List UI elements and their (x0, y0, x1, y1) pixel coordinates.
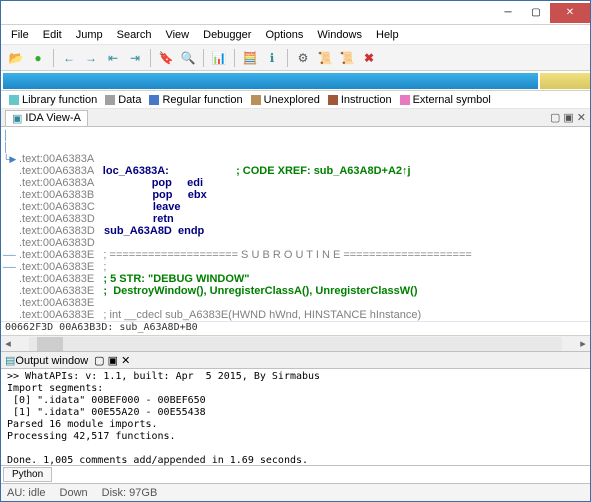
status-disk: Disk: 97GB (102, 487, 158, 499)
disasm-line[interactable]: .text:00A6383D retn (19, 213, 590, 225)
status-bar: AU: idle Down Disk: 97GB (1, 483, 590, 501)
minimize-button[interactable]: ─ (494, 3, 522, 23)
output-window[interactable]: >> WhatAPIs: v: 1.1, built: Apr 5 2015, … (1, 369, 590, 465)
tab-close-icon[interactable]: ✕ (577, 111, 586, 124)
menu-search[interactable]: Search (111, 27, 158, 43)
disasm-line[interactable]: .text:00A6383E ; int __cdecl sub_A6383E(… (19, 309, 590, 321)
menu-debugger[interactable]: Debugger (197, 27, 257, 43)
disasm-line[interactable]: .text:00A6383A (19, 153, 590, 165)
search-icon[interactable]: 🔍 (179, 49, 197, 67)
out-detach-icon[interactable]: ▣ (108, 355, 118, 367)
status-au: AU: idle (7, 487, 46, 499)
disasm-line[interactable]: .text:00A6383E ; 5 STR: "DEBUG WINDOW" (19, 273, 590, 285)
menu-help[interactable]: Help (370, 27, 405, 43)
back-icon[interactable]: ← (60, 49, 78, 67)
info-icon[interactable]: ℹ (263, 49, 281, 67)
disasm-line[interactable]: .text:00A6383E (19, 297, 590, 309)
close-button[interactable]: ✕ (550, 3, 590, 23)
delete-icon[interactable]: ✖ (360, 49, 378, 67)
disasm-line[interactable]: .text:00A6383A loc_A6383A: ; CODE XREF: … (19, 165, 590, 177)
script2-icon[interactable]: 📜 (338, 49, 356, 67)
view-tab-bar: ▣IDA View-A ▢ ▣ ✕ (1, 109, 590, 127)
output-tab-bar: ▤Output window ▢ ▣ ✕ (1, 351, 590, 369)
tab-python[interactable]: Python (3, 467, 52, 482)
disasm-line[interactable]: .text:00A6383E ; DestroyWindow(), Unregi… (19, 285, 590, 297)
calc-icon[interactable]: 🧮 (241, 49, 259, 67)
menu-view[interactable]: View (159, 27, 195, 43)
out-close-icon[interactable]: ✕ (121, 355, 130, 367)
script-icon[interactable]: 📜 (316, 49, 334, 67)
legend-item: Regular function (149, 94, 242, 106)
gear-icon[interactable]: ⚙ (294, 49, 312, 67)
menu-bar: FileEditJumpSearchViewDebuggerOptionsWin… (1, 25, 590, 45)
disassembly-view[interactable]: ││└▶──── .text:00A6383A .text:00A6383A l… (1, 127, 590, 321)
disasm-line[interactable]: .text:00A6383B pop ebx (19, 189, 590, 201)
disasm-line[interactable]: .text:00A6383C leave (19, 201, 590, 213)
disasm-line[interactable]: .text:00A6383D (19, 237, 590, 249)
maximize-button[interactable]: ▢ (522, 3, 550, 23)
tab-ida-view[interactable]: ▣IDA View-A (5, 110, 88, 126)
bottom-tabs: Python (1, 465, 590, 483)
open-icon[interactable]: 📂 (7, 49, 25, 67)
toolbar: 📂 ● ← → ⇤ ⇥ 🔖 🔍 📊 🧮 ℹ ⚙ 📜 📜 ✖ (1, 45, 590, 71)
step2-icon[interactable]: ⇥ (126, 49, 144, 67)
legend-item: Instruction (328, 94, 392, 106)
h-scrollbar[interactable]: ◂ ▸ (1, 335, 590, 351)
out-restore-icon[interactable]: ▢ (94, 355, 104, 367)
status-down: Down (60, 487, 88, 499)
step-icon[interactable]: ⇤ (104, 49, 122, 67)
legend-item: External symbol (400, 94, 491, 106)
disasm-line[interactable]: .text:00A6383D sub_A63A8D endp (19, 225, 590, 237)
disasm-line[interactable]: .text:00A6383E ; ==================== S … (19, 249, 590, 261)
legend-item: Data (105, 94, 141, 106)
menu-file[interactable]: File (5, 27, 35, 43)
legend: Library function Data Regular function Unex… (1, 91, 590, 109)
address-footer: 00662F3D 00A63B3D: sub_A63A8D+B0 (1, 321, 590, 335)
legend-item: Library function (9, 94, 97, 106)
fwd-icon[interactable]: → (82, 49, 100, 67)
chart-icon[interactable]: 📊 (210, 49, 228, 67)
menu-edit[interactable]: Edit (37, 27, 68, 43)
tab-detach-icon[interactable]: ▣ (563, 111, 573, 124)
run-icon[interactable]: ● (29, 49, 47, 67)
disasm-line[interactable]: .text:00A6383E ; (19, 261, 590, 273)
flow-arrows: ││└▶──── (3, 129, 17, 273)
tag-icon[interactable]: 🔖 (157, 49, 175, 67)
menu-options[interactable]: Options (259, 27, 309, 43)
disasm-line[interactable]: .text:00A6383A pop edi (19, 177, 590, 189)
nav-band[interactable] (1, 71, 590, 91)
menu-windows[interactable]: Windows (311, 27, 368, 43)
tab-output[interactable]: ▤Output window (5, 354, 88, 367)
legend-item: Unexplored (251, 94, 320, 106)
menu-jump[interactable]: Jump (70, 27, 109, 43)
tab-restore-icon[interactable]: ▢ (550, 111, 560, 124)
title-bar: ─ ▢ ✕ (1, 1, 590, 25)
